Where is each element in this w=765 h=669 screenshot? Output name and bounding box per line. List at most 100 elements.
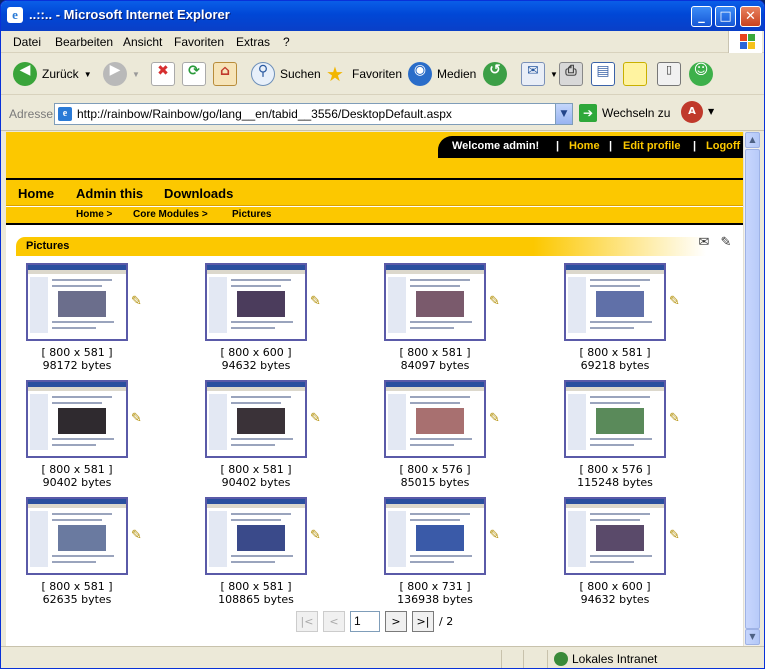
menu-datei[interactable]: Datei: [13, 35, 41, 49]
picture-thumbnail[interactable]: [205, 263, 307, 341]
nav-admin[interactable]: Admin this: [76, 186, 143, 201]
maximize-button[interactable]: □: [715, 6, 736, 27]
picture-dimensions: [ 800 x 581 ]: [41, 580, 113, 593]
back-button[interactable]: ◀ Zurück ▼: [13, 59, 92, 89]
edit-pencil-icon[interactable]: ✎: [310, 294, 321, 309]
picture-size: 69218 bytes: [580, 359, 650, 372]
picture-cell: ✎ [ 800 x 581 ] 90402 bytes: [18, 380, 173, 492]
edit-page-icon: ▤: [591, 62, 615, 86]
picture-thumbnail[interactable]: [26, 497, 128, 575]
vertical-scrollbar[interactable]: ▲ ▼: [743, 132, 760, 646]
next-page-button[interactable]: >: [385, 611, 407, 632]
scroll-thumb[interactable]: [745, 149, 760, 629]
picture-size: 85015 bytes: [400, 476, 470, 489]
picture-thumbnail[interactable]: [26, 380, 128, 458]
picture-thumbnail[interactable]: [384, 380, 486, 458]
last-page-button[interactable]: >|: [412, 611, 434, 632]
address-dropdown-icon[interactable]: ▼: [555, 104, 572, 124]
picture-thumbnail[interactable]: [564, 263, 666, 341]
edit-pencil-icon[interactable]: ✎: [131, 294, 142, 309]
mail-button[interactable]: ✉ ▼: [521, 59, 558, 89]
media-button[interactable]: ◉ Medien: [408, 59, 476, 89]
edit-module-icon[interactable]: ✎: [716, 235, 736, 253]
edit-button[interactable]: ▤: [591, 59, 615, 89]
print-button[interactable]: ⎙: [559, 59, 583, 89]
edit-pencil-icon[interactable]: ✎: [131, 528, 142, 543]
logoff-link[interactable]: Logoff: [706, 140, 740, 152]
home-icon: ⌂: [213, 62, 237, 86]
messenger-icon: ☺: [689, 62, 713, 86]
discuss-button[interactable]: [623, 59, 647, 89]
edit-pencil-icon[interactable]: ✎: [310, 528, 321, 543]
picture-thumbnail[interactable]: [564, 497, 666, 575]
forward-arrow-icon: ▶: [103, 62, 127, 86]
address-input[interactable]: e http://rainbow/Rainbow/go/lang__en/tab…: [54, 103, 573, 125]
menu-favoriten[interactable]: Favoriten: [174, 35, 224, 49]
toolbar: ◀ Zurück ▼ ▶ ▼ ✖ ⟳ ⌂ ⚲ Suchen ★ Favorite…: [1, 53, 764, 95]
menu-bearbeiten[interactable]: Bearbeiten: [55, 35, 113, 49]
nav-home[interactable]: Home: [18, 186, 54, 201]
refresh-button[interactable]: ⟳: [182, 59, 206, 89]
device-icon: ▯: [657, 62, 681, 86]
status-cell: [501, 650, 523, 668]
edit-pencil-icon[interactable]: ✎: [669, 411, 680, 426]
messenger-button[interactable]: ☺: [689, 59, 713, 89]
edit-pencil-icon[interactable]: ✎: [131, 411, 142, 426]
research-button[interactable]: ▯: [657, 59, 681, 89]
edit-pencil-icon[interactable]: ✎: [489, 411, 500, 426]
windows-flag-icon: [728, 31, 762, 53]
picture-dimensions: [ 800 x 731 ]: [399, 580, 471, 593]
edit-pencil-icon[interactable]: ✎: [669, 528, 680, 543]
history-button[interactable]: ↺: [483, 59, 507, 89]
mail-dropdown-icon: ▼: [550, 69, 558, 79]
picture-cell: ✎ [ 800 x 581 ] 108865 bytes: [197, 497, 352, 609]
picture-thumbnail[interactable]: [205, 497, 307, 575]
scroll-up-icon[interactable]: ▲: [745, 132, 760, 148]
module-title: Pictures: [26, 240, 70, 252]
favorites-star-icon: ★: [326, 62, 344, 86]
media-icon: ◉: [408, 62, 432, 86]
edit-profile-link[interactable]: Edit profile: [623, 140, 680, 152]
picture-thumbnail[interactable]: [564, 380, 666, 458]
header-home-link[interactable]: Home: [569, 140, 600, 152]
page-number-input[interactable]: 1: [350, 611, 380, 632]
separator: |: [693, 140, 697, 152]
favorites-button[interactable]: ★ Favoriten: [323, 59, 402, 89]
picture-size: 98172 bytes: [42, 359, 112, 372]
prev-page-button[interactable]: <: [323, 611, 345, 632]
home-button[interactable]: ⌂: [213, 59, 237, 89]
menu-help[interactable]: ?: [283, 35, 290, 49]
properties-icon[interactable]: ✉: [694, 235, 714, 253]
forward-dropdown-icon: ▼: [132, 69, 140, 79]
close-button[interactable]: ✕: [740, 6, 761, 27]
picture-thumbnail[interactable]: [384, 497, 486, 575]
nav-downloads[interactable]: Downloads: [164, 186, 233, 201]
breadcrumb-home[interactable]: Home >: [76, 209, 112, 220]
edit-pencil-icon[interactable]: ✎: [669, 294, 680, 309]
first-page-button[interactable]: |<: [296, 611, 318, 632]
menu-ansicht[interactable]: Ansicht: [123, 35, 162, 49]
edit-pencil-icon[interactable]: ✎: [489, 294, 500, 309]
minimize-button[interactable]: _: [691, 6, 712, 27]
picture-size: 115248 bytes: [577, 476, 653, 489]
edit-pencil-icon[interactable]: ✎: [310, 411, 321, 426]
breadcrumb-pictures[interactable]: Pictures: [232, 209, 271, 220]
acrobat-icon[interactable]: A: [681, 101, 703, 123]
breadcrumb-core[interactable]: Core Modules >: [133, 209, 208, 220]
picture-thumbnail[interactable]: [26, 263, 128, 341]
stop-button[interactable]: ✖: [151, 59, 175, 89]
menu-extras[interactable]: Extras: [236, 35, 270, 49]
scroll-down-icon[interactable]: ▼: [745, 629, 760, 645]
user-bar: Welcome admin! | Home | Edit profile | L…: [438, 136, 743, 158]
picture-thumbnail[interactable]: [205, 380, 307, 458]
edit-pencil-icon[interactable]: ✎: [489, 528, 500, 543]
go-button[interactable]: ➔ Wechseln zu: [579, 104, 670, 122]
note-icon: [623, 62, 647, 86]
page-content: Welcome admin! | Home | Edit profile | L…: [6, 132, 743, 646]
forward-button[interactable]: ▶ ▼: [103, 59, 140, 89]
acrobat-dropdown-icon[interactable]: ▼: [708, 107, 714, 116]
search-button[interactable]: ⚲ Suchen: [251, 59, 321, 89]
picture-size: 108865 bytes: [218, 593, 294, 606]
search-label: Suchen: [280, 67, 321, 81]
picture-thumbnail[interactable]: [384, 263, 486, 341]
